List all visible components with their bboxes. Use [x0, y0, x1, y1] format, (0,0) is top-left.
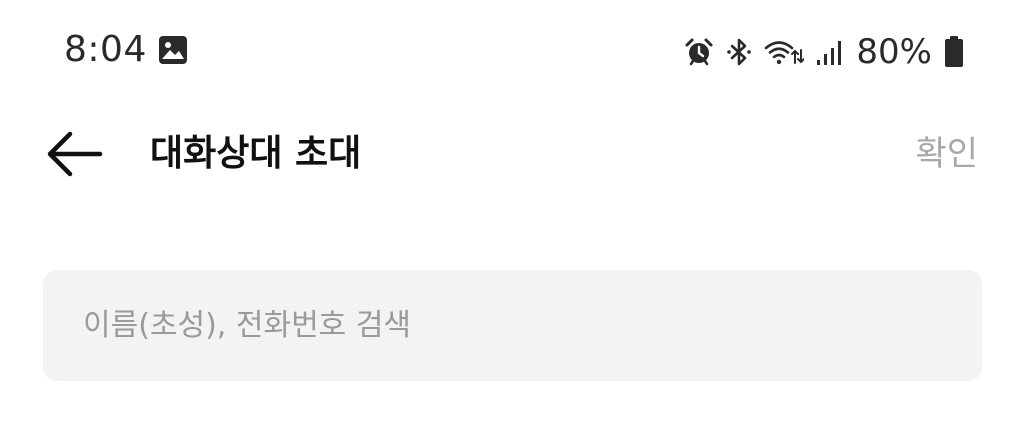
gallery-icon	[159, 36, 187, 64]
confirm-button[interactable]: 확인	[915, 130, 978, 178]
app-bar: 대화상대 초대 확인	[0, 110, 1024, 200]
search-input[interactable]	[83, 270, 943, 381]
battery-percent: 80%	[856, 32, 932, 72]
page-title: 대화상대 초대	[150, 133, 362, 174]
status-icons: 80%	[684, 30, 964, 74]
bluetooth-icon	[727, 38, 752, 66]
status-bar: 8:04 80%	[0, 18, 1024, 78]
alarm-icon	[685, 38, 713, 66]
search-box[interactable]	[43, 270, 982, 381]
wifi-icon	[765, 41, 805, 65]
status-time: 8:04	[64, 29, 147, 70]
back-button[interactable]	[38, 122, 110, 186]
arrow-left-icon	[47, 131, 103, 177]
invite-contacts-screen: 8:04 80% 대화상대 초대 확인 이름(초성), 전화번호 검색	[0, 0, 1024, 434]
signal-icon	[817, 41, 842, 65]
battery-icon	[945, 36, 963, 67]
